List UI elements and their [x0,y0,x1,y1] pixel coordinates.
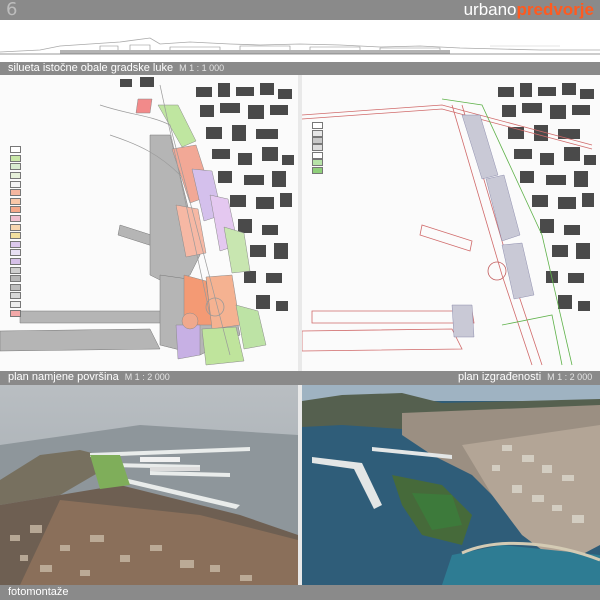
legend-row [10,287,21,300]
legend-row [10,175,21,188]
photomontage-right [302,385,600,585]
legend-row [312,124,323,137]
legend-swatch [312,166,323,174]
legend-swatch [10,309,21,317]
legend-row [10,218,21,231]
photos-title-band: fotomontaže [0,585,600,600]
brand-title: urbanopredvorje [464,1,594,19]
legend-row [312,139,323,152]
legend-row [10,193,21,205]
legend-row [10,236,21,248]
photomontage-right-image [302,385,600,585]
legend-row [10,150,21,162]
left-plan-scale: M 1 : 2 000 [124,372,170,382]
left-plan-title: plan namjene površina [8,371,119,383]
legend-row [312,132,323,145]
legend-row [312,117,323,130]
legend-row [312,161,323,174]
right-plan-scale: M 1 : 2 000 [547,372,593,382]
skyline-silhouette [0,20,600,62]
built-area-drawing [302,83,596,366]
legend-row [10,167,21,180]
right-plan-title-row: plan izgrađenosti M 1 : 2 000 [458,371,592,384]
legend-row [10,296,21,309]
legend-row [312,147,323,159]
silhouette-title-band: silueta istočne obale gradske luke M 1 : … [0,62,600,75]
left-plan-title-row: plan namjene površina M 1 : 2 000 [8,371,170,384]
land-use-plan [0,75,298,371]
skyline-drawing [0,37,600,55]
legend-row [10,184,21,197]
legend-row [10,158,21,171]
legend-row [10,141,21,154]
brand-part1: urbano [463,0,517,19]
plan-titles-band: plan namjene površina M 1 : 2 000 plan iz… [0,371,600,385]
photomontage-left-image [0,385,298,585]
legend-row [10,227,21,240]
silhouette-scale: M 1 : 1 000 [179,63,225,73]
legend-row [10,279,21,291]
legend-row [10,244,21,257]
built-area-plan [302,75,600,371]
legend-row [10,210,21,223]
photomontage-left [0,385,298,585]
header-bar: 6 urbanopredvorje [0,0,600,20]
legend-row [10,270,21,283]
legend-row [10,201,21,214]
brand-part2: predvorje [516,0,594,19]
page-number: 6 [6,0,18,20]
legend-row [10,253,21,266]
right-plan-title: plan izgrađenosti [458,371,542,383]
land-use-drawing [0,77,294,366]
silhouette-title: silueta istočne obale gradske luke [8,62,174,74]
legend-row [312,154,323,167]
legend-row [10,304,21,317]
legend-row [10,261,21,274]
silhouette-title-row: silueta istočne obale gradske luke M 1 : … [8,62,224,75]
photos-title: fotomontaže [8,586,69,598]
